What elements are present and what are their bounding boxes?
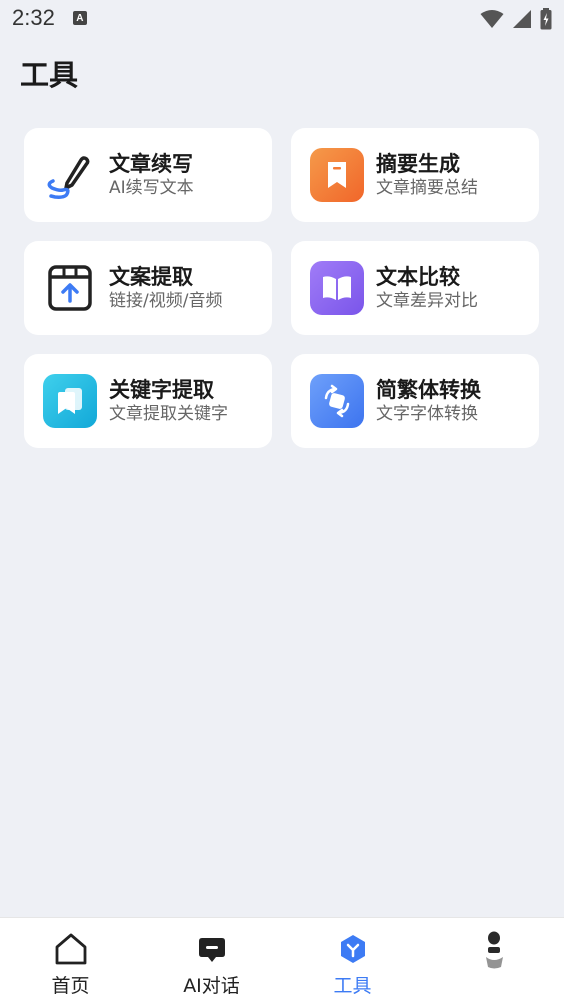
tab-home[interactable]: 首页 <box>0 918 141 1004</box>
pages-icon <box>43 374 97 428</box>
chat-icon <box>195 932 229 966</box>
notification-icon: A <box>72 11 87 25</box>
tool-card-subtitle: 文章提取关键字 <box>109 404 228 424</box>
tool-card-summary[interactable]: 摘要生成 文章摘要总结 <box>291 128 539 222</box>
home-icon <box>54 932 88 966</box>
status-bar: 2:32 A <box>0 0 564 36</box>
tab-label: 工具 <box>333 975 372 997</box>
tool-card-subtitle: AI续写文本 <box>109 178 194 198</box>
tool-card-subtitle: 文章摘要总结 <box>376 178 478 198</box>
tab-profile[interactable] <box>423 918 564 1004</box>
tool-card-subtitle: 文字字体转换 <box>376 404 478 424</box>
box-upload-icon <box>43 261 97 315</box>
signal-icon <box>513 10 531 28</box>
tool-card-title: 文案提取 <box>109 265 193 289</box>
page-title: 工具 <box>20 58 79 92</box>
tool-card-title: 文章续写 <box>109 152 193 176</box>
avatar-icon <box>477 931 511 969</box>
pen-icon <box>43 148 97 202</box>
bookmark-icon <box>310 148 364 202</box>
tool-card-keyword-extract[interactable]: 关键字提取 文章提取关键字 <box>24 354 272 448</box>
book-icon <box>310 261 364 315</box>
tool-card-title: 简繁体转换 <box>376 378 481 402</box>
tab-label: 首页 <box>51 975 90 997</box>
status-time: 2:32 <box>12 5 55 30</box>
tool-card-title: 摘要生成 <box>376 152 460 176</box>
tool-card-sc-tc-convert[interactable]: 简繁体转换 文字字体转换 <box>291 354 539 448</box>
tools-icon <box>336 932 370 966</box>
tab-ai-chat[interactable]: AI对话 <box>141 918 282 1004</box>
wifi-icon <box>480 10 504 28</box>
tool-card-article-continue[interactable]: 文章续写 AI续写文本 <box>24 128 272 222</box>
tool-card-title: 文本比较 <box>376 265 460 289</box>
tool-card-subtitle: 文章差异对比 <box>376 291 478 311</box>
tool-card-title: 关键字提取 <box>109 378 214 402</box>
tab-tools[interactable]: 工具 <box>282 918 423 1004</box>
tab-label: AI对话 <box>183 975 240 997</box>
tool-card-copy-extract[interactable]: 文案提取 链接/视频/音频 <box>24 241 272 335</box>
convert-icon <box>310 374 364 428</box>
status-icons <box>480 8 552 30</box>
battery-icon <box>540 8 552 30</box>
bottom-tab-bar: 首页 AI对话 工具 <box>0 917 564 1004</box>
tool-card-text-compare[interactable]: 文本比较 文章差异对比 <box>291 241 539 335</box>
tool-card-subtitle: 链接/视频/音频 <box>109 291 223 311</box>
